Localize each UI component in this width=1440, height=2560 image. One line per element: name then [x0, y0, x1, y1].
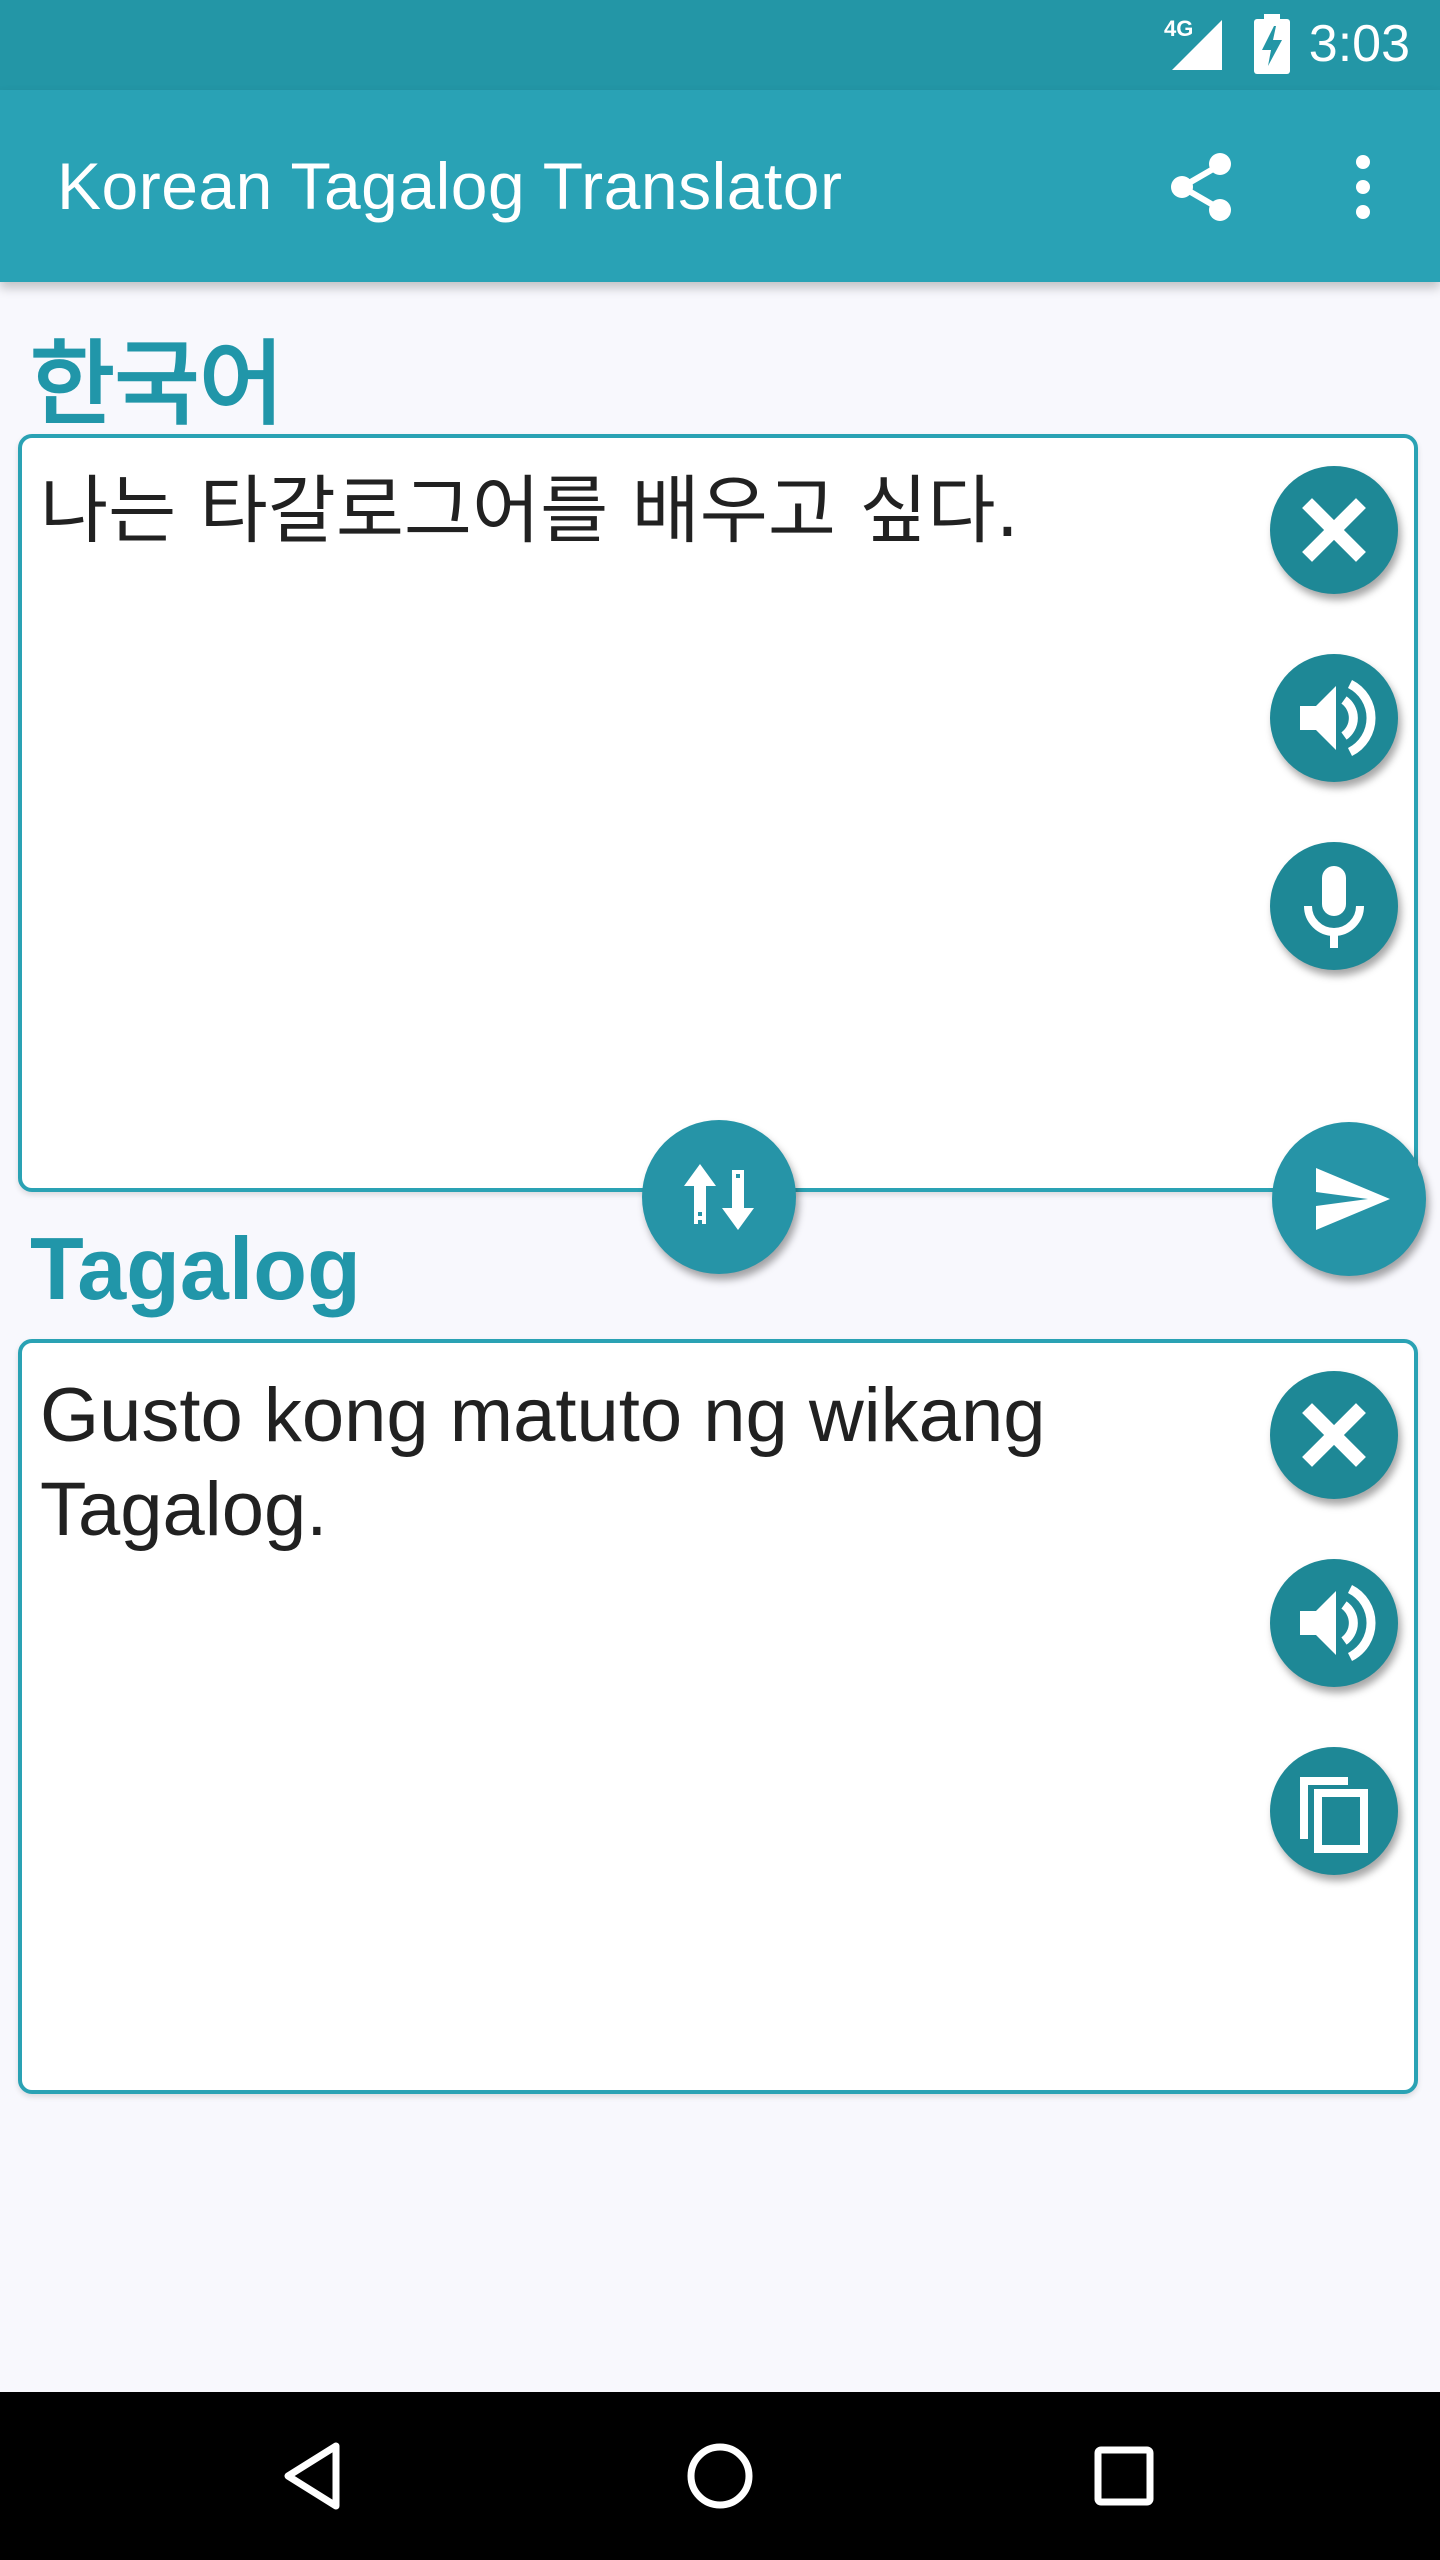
source-text-input[interactable]: 나는 타갈로그어를 배우고 싶다.: [40, 464, 1234, 558]
battery-charging-icon: [1254, 14, 1290, 79]
nav-back-button[interactable]: [276, 2436, 356, 2516]
mic-icon: [1304, 866, 1364, 948]
translate-button[interactable]: [1272, 1122, 1426, 1276]
target-clear-button[interactable]: [1270, 1371, 1398, 1499]
status-clock: 3:03: [1308, 15, 1410, 73]
recents-icon: [1094, 2446, 1154, 2506]
source-language-label[interactable]: 한국어: [30, 310, 284, 443]
target-text-output: Gusto kong matuto ng wikang Tagalog.: [40, 1373, 1066, 1552]
home-icon: [687, 2443, 753, 2509]
status-bar: 4G 3:03: [0, 0, 1440, 90]
more-vert-icon: [1356, 155, 1370, 219]
source-text-box[interactable]: 나는 타갈로그어를 배우고 싶다.: [18, 434, 1418, 1192]
share-icon: [1171, 153, 1231, 221]
nav-home-button[interactable]: [680, 2436, 760, 2516]
clear-icon: [1302, 498, 1366, 562]
send-icon: [1316, 1168, 1390, 1230]
app-title: Korean Tagalog Translator: [57, 149, 843, 223]
target-copy-button[interactable]: [1270, 1747, 1398, 1875]
speaker-icon: [1300, 1584, 1376, 1662]
speaker-icon: [1300, 679, 1376, 757]
source-clear-button[interactable]: [1270, 466, 1398, 594]
navigation-bar: [0, 2392, 1440, 2560]
swap-vertical-icon: [684, 1164, 754, 1230]
back-icon: [284, 2442, 340, 2510]
share-button[interactable]: [1158, 142, 1248, 232]
target-text-box[interactable]: Gusto kong matuto ng wikang Tagalog.: [18, 1339, 1418, 2094]
network-type-label: 4G: [1164, 16, 1194, 41]
more-options-button[interactable]: [1318, 142, 1408, 232]
source-mic-button[interactable]: [1270, 842, 1398, 970]
clear-icon: [1302, 1403, 1366, 1467]
app-bar: Korean Tagalog Translator: [0, 90, 1440, 282]
copy-icon: [1300, 1777, 1368, 1853]
swap-languages-button[interactable]: [642, 1120, 796, 1274]
nav-recents-button[interactable]: [1084, 2436, 1164, 2516]
target-language-label[interactable]: Tagalog: [30, 1218, 361, 1320]
source-speak-button[interactable]: [1270, 654, 1398, 782]
target-speak-button[interactable]: [1270, 1559, 1398, 1687]
